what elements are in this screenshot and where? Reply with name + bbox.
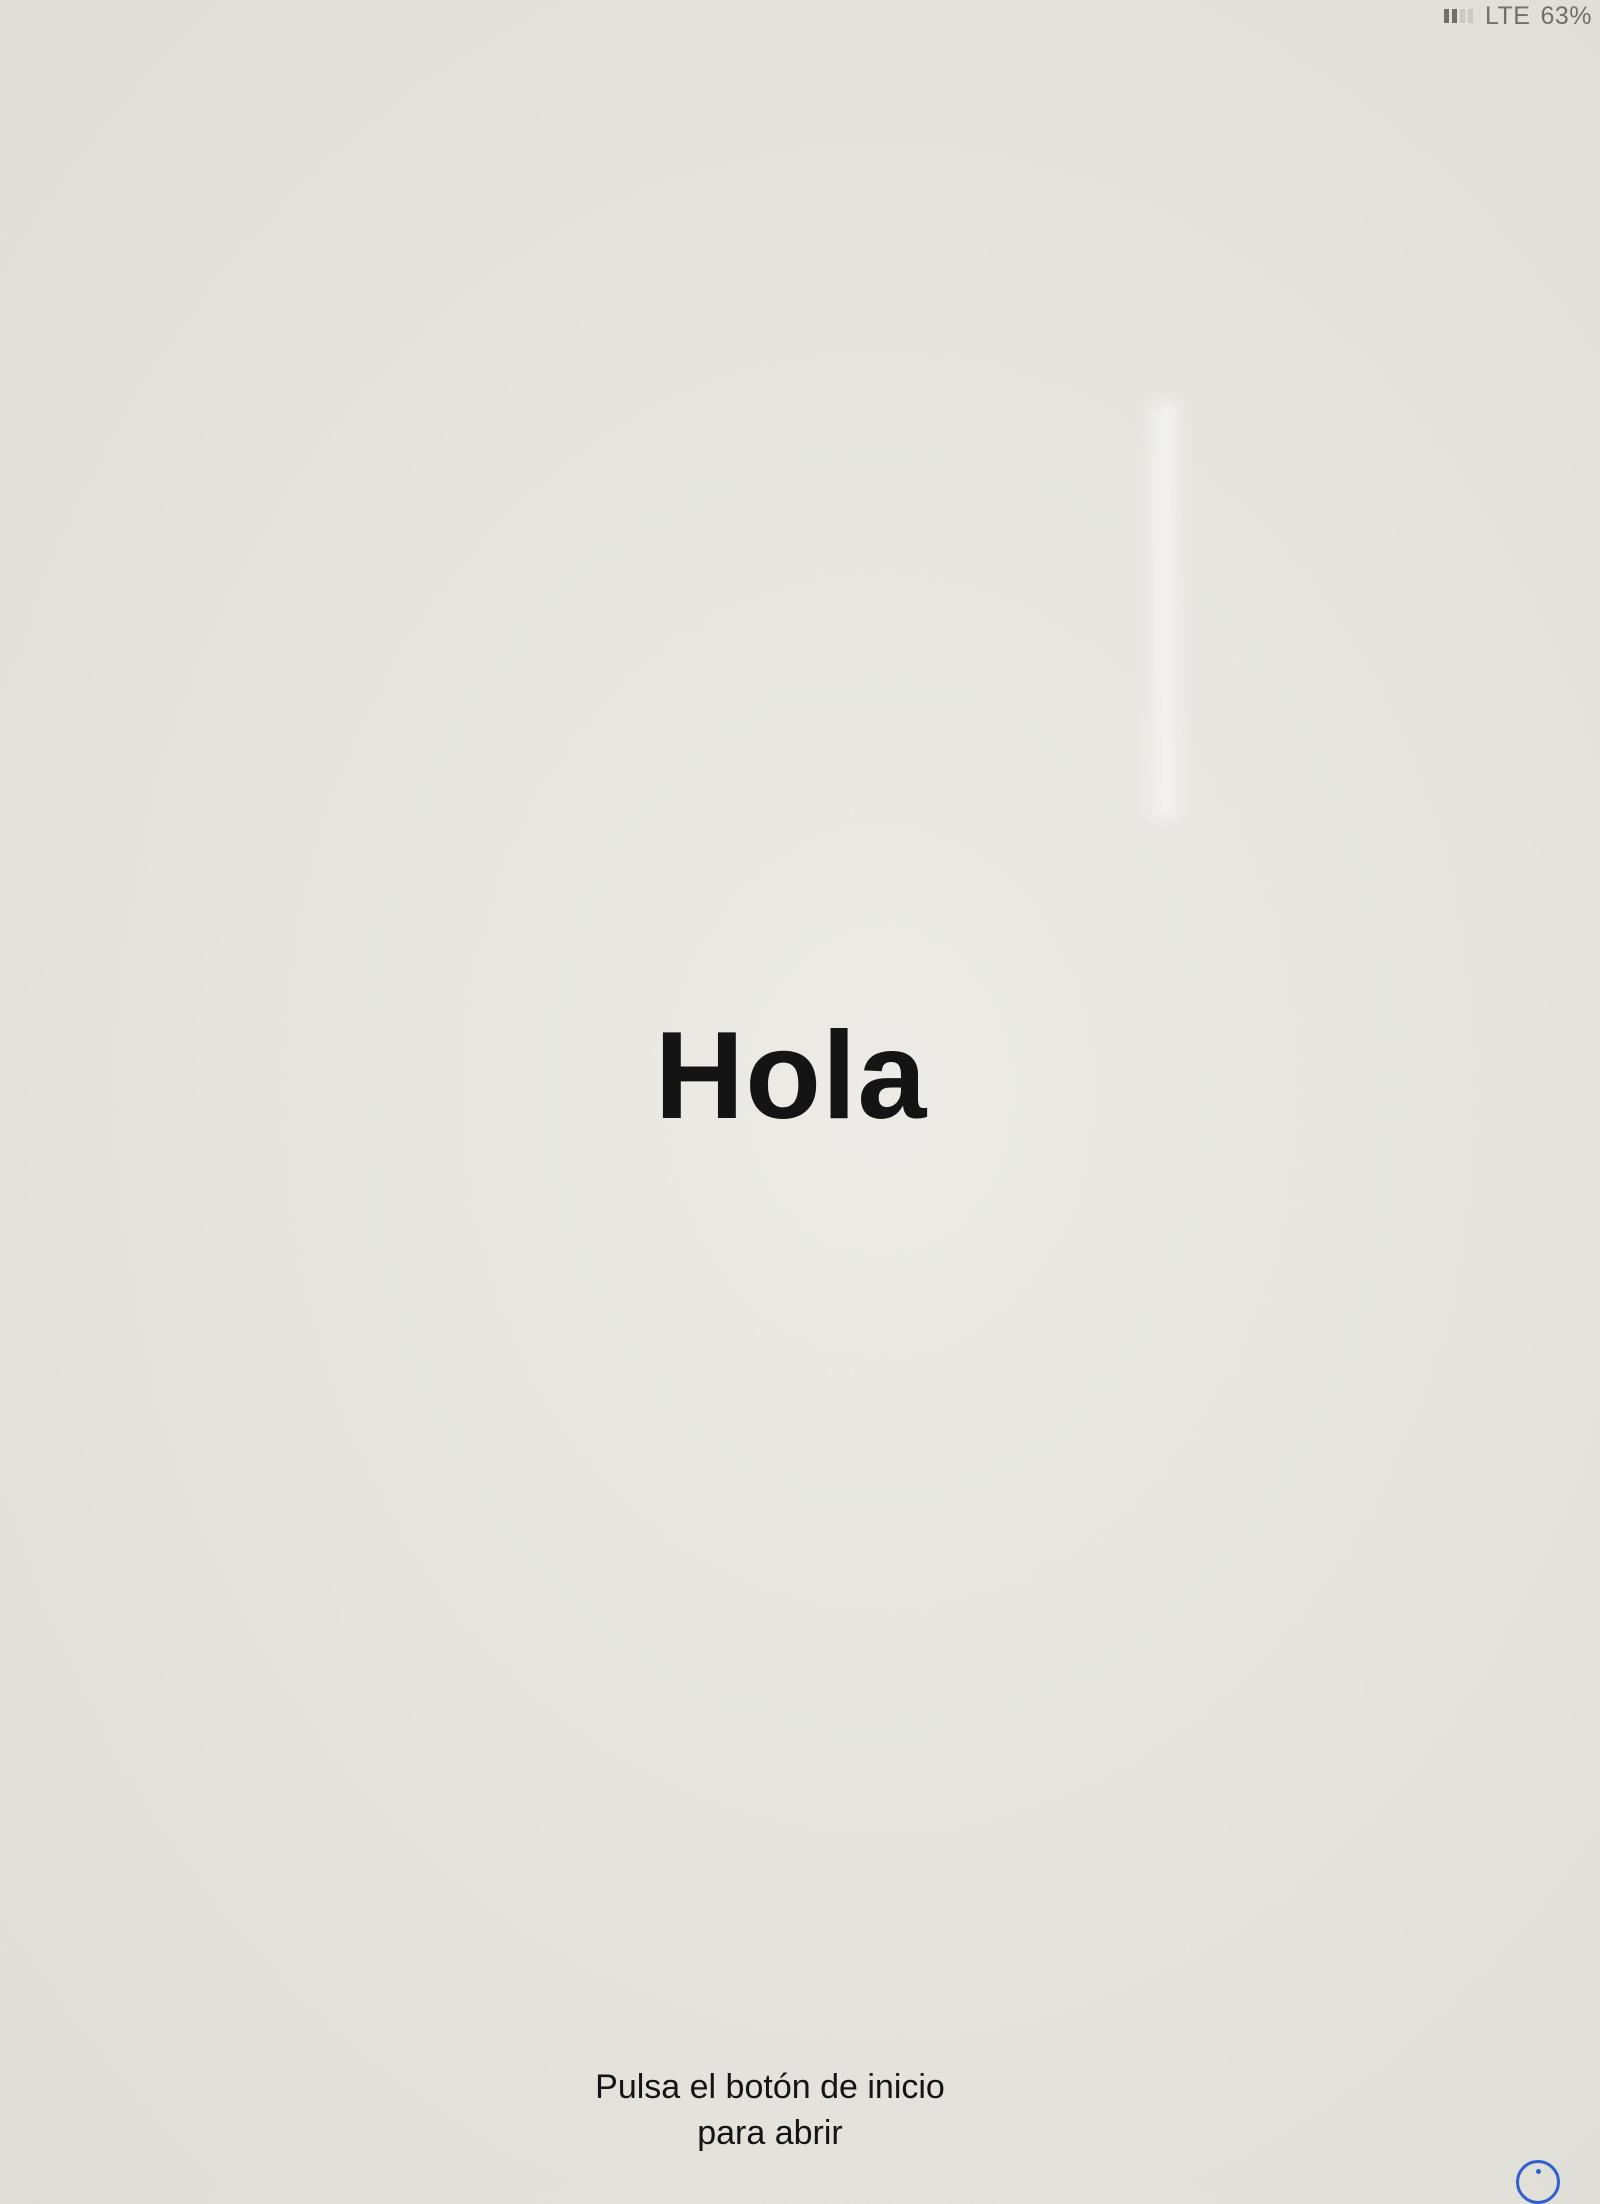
instruction-line-1: Pulsa el botón de inicio: [595, 2068, 945, 2106]
unlock-instruction: Pulsa el botón de inicio para abrir: [0, 2064, 1570, 2156]
cellular-signal-icon: [1443, 9, 1473, 23]
screen-glare: [1140, 400, 1190, 820]
signal-bar: [1443, 9, 1449, 23]
network-type: LTE: [1484, 1, 1531, 30]
accessibility-icon[interactable]: [1516, 2160, 1560, 2204]
status-bar: LTE 63%: [1443, 0, 1592, 32]
hello-greeting: Hola: [654, 1007, 928, 1145]
instruction-line-2: para abrir: [697, 2114, 843, 2152]
signal-bar: [1459, 9, 1465, 23]
signal-bar: [1451, 9, 1457, 23]
setup-hello-screen[interactable]: LTE 63% Hola Pulsa el botón de inicio pa…: [0, 0, 1600, 2204]
signal-bar: [1467, 9, 1473, 23]
status-text: LTE 63%: [1485, 2, 1592, 31]
battery-percentage: 63%: [1540, 1, 1592, 30]
